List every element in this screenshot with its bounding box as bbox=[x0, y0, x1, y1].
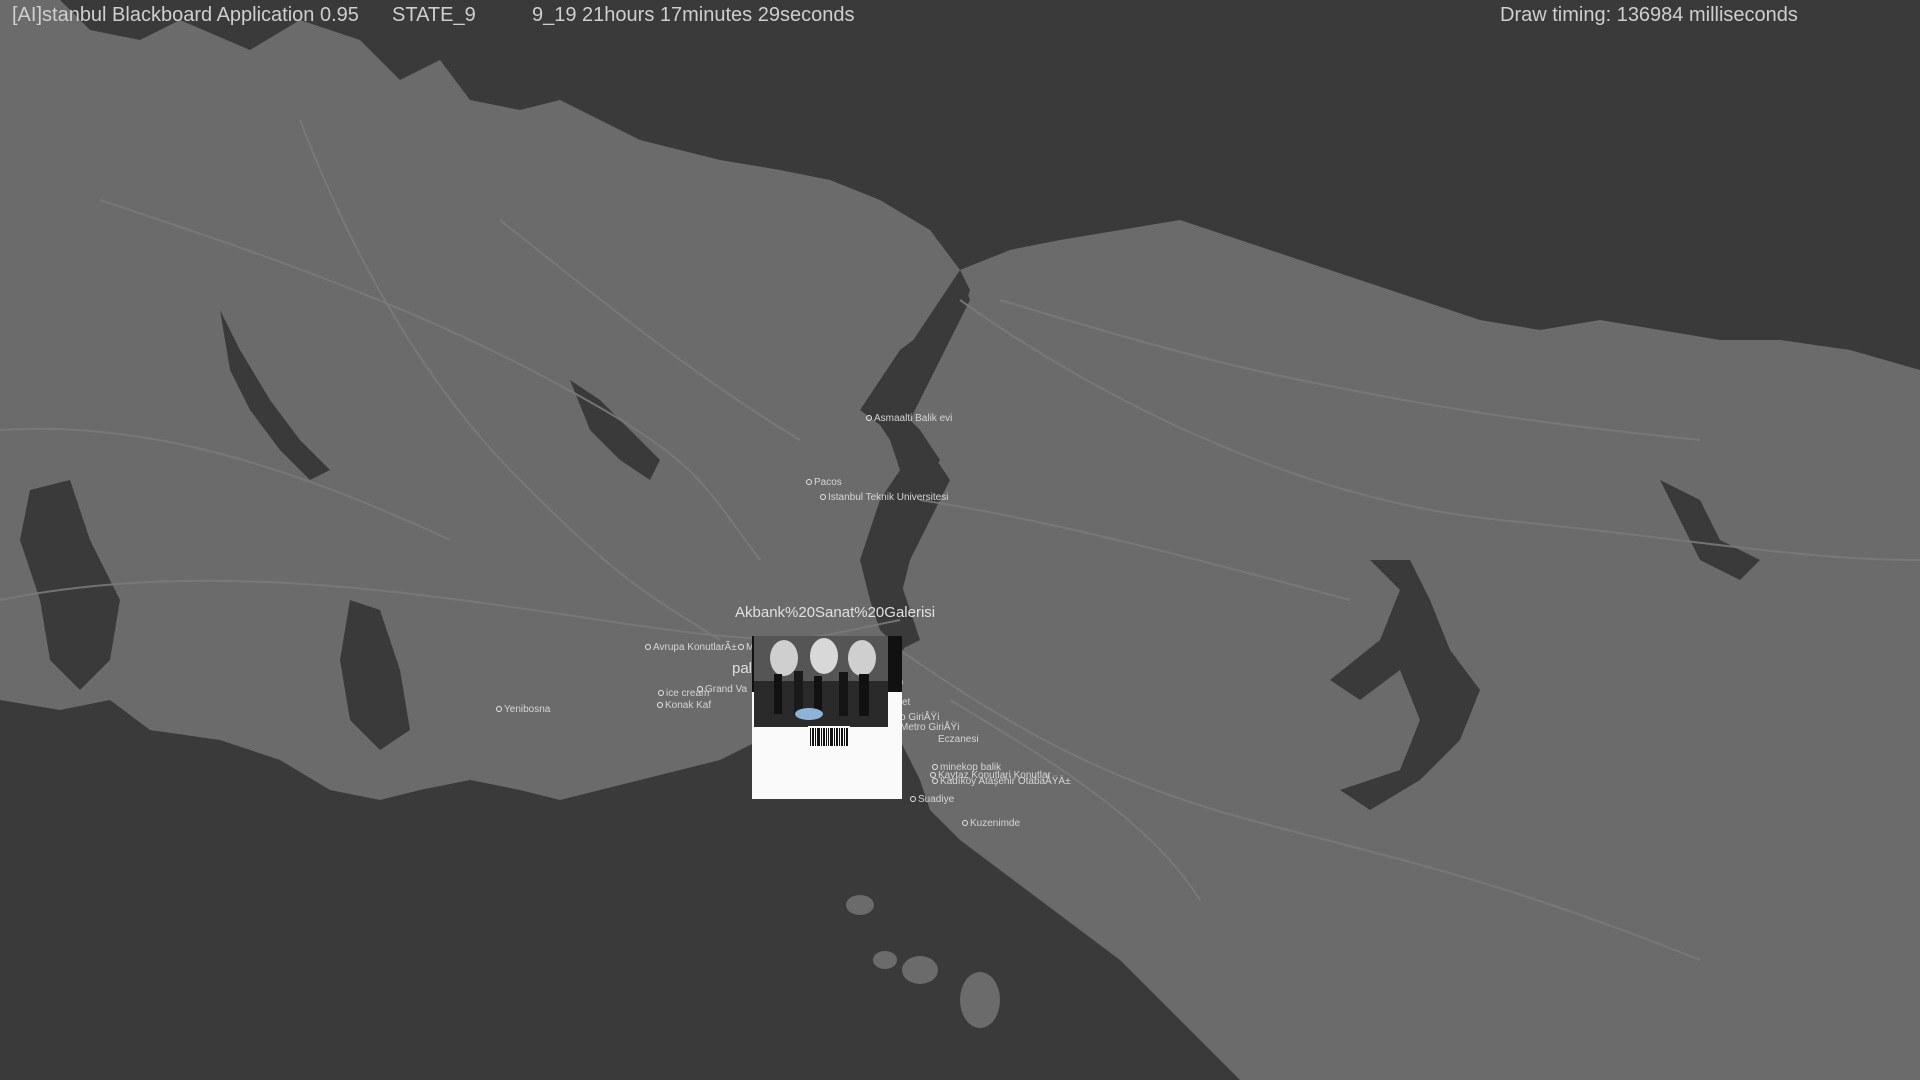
poi-marker-icon bbox=[738, 644, 744, 651]
poi-et[interactable]: et bbox=[902, 697, 910, 709]
poi-marker-icon bbox=[657, 702, 663, 709]
poi-marker-icon bbox=[910, 796, 916, 803]
island-2 bbox=[873, 951, 897, 969]
poi-marker-icon bbox=[820, 494, 826, 501]
poi-eczanesi[interactable]: Eczanesi bbox=[938, 734, 979, 746]
island-1 bbox=[846, 895, 874, 915]
featured-card[interactable] bbox=[752, 636, 902, 799]
island-3 bbox=[902, 956, 938, 984]
poi-yenibosna[interactable]: Yenibosna bbox=[496, 704, 550, 716]
time-counter: 9_19 21hours 17minutes 29seconds bbox=[532, 4, 855, 26]
poi-kadikoy[interactable]: Kadıköy Ataşehir OtabaÅŸÄ± bbox=[932, 776, 1071, 788]
istanbul-map[interactable] bbox=[0, 0, 1920, 1080]
app-title: [AI]stanbul Blackboard Application 0.95 bbox=[12, 4, 359, 26]
poi-kuzenimde[interactable]: Kuzenimde bbox=[962, 818, 1020, 830]
barcode-icon bbox=[808, 726, 850, 750]
featured-overlap-label: pal bbox=[732, 660, 753, 677]
poi-itu[interactable]: Istanbul Teknik Universitesi bbox=[820, 492, 948, 504]
state-label: STATE_9 bbox=[392, 4, 476, 26]
island-4 bbox=[960, 972, 1000, 1028]
poi-konak-kaf[interactable]: Konak Kaf bbox=[657, 700, 711, 712]
poi-suadiye[interactable]: Suadiye bbox=[910, 794, 954, 806]
poi-marker-icon bbox=[932, 778, 938, 785]
poi-marker-icon bbox=[496, 706, 502, 713]
poi-marker-icon bbox=[697, 686, 703, 693]
draw-timing: Draw timing: 136984 milliseconds bbox=[1500, 4, 1798, 26]
poi-marker-icon bbox=[806, 479, 812, 486]
poi-asmaalti[interactable]: Asmaalti Balik evi bbox=[866, 413, 952, 425]
poi-marker-icon bbox=[645, 644, 651, 651]
poi-marker-icon bbox=[658, 690, 664, 697]
poi-marker-icon bbox=[962, 820, 968, 827]
poi-grand-va[interactable]: Grand Va bbox=[697, 684, 747, 696]
poi-metro-giris[interactable]: Metro GiriÅŸi bbox=[900, 722, 959, 734]
poi-marker-icon bbox=[866, 415, 872, 422]
poi-pacos[interactable]: Pacos bbox=[806, 477, 842, 489]
featured-title: Akbank%20Sanat%20Galerisi bbox=[735, 604, 936, 621]
poi-avrupa-konutlari[interactable]: Avrupa KonutlarÃ± bbox=[645, 642, 737, 654]
gallery-photo bbox=[754, 636, 888, 727]
